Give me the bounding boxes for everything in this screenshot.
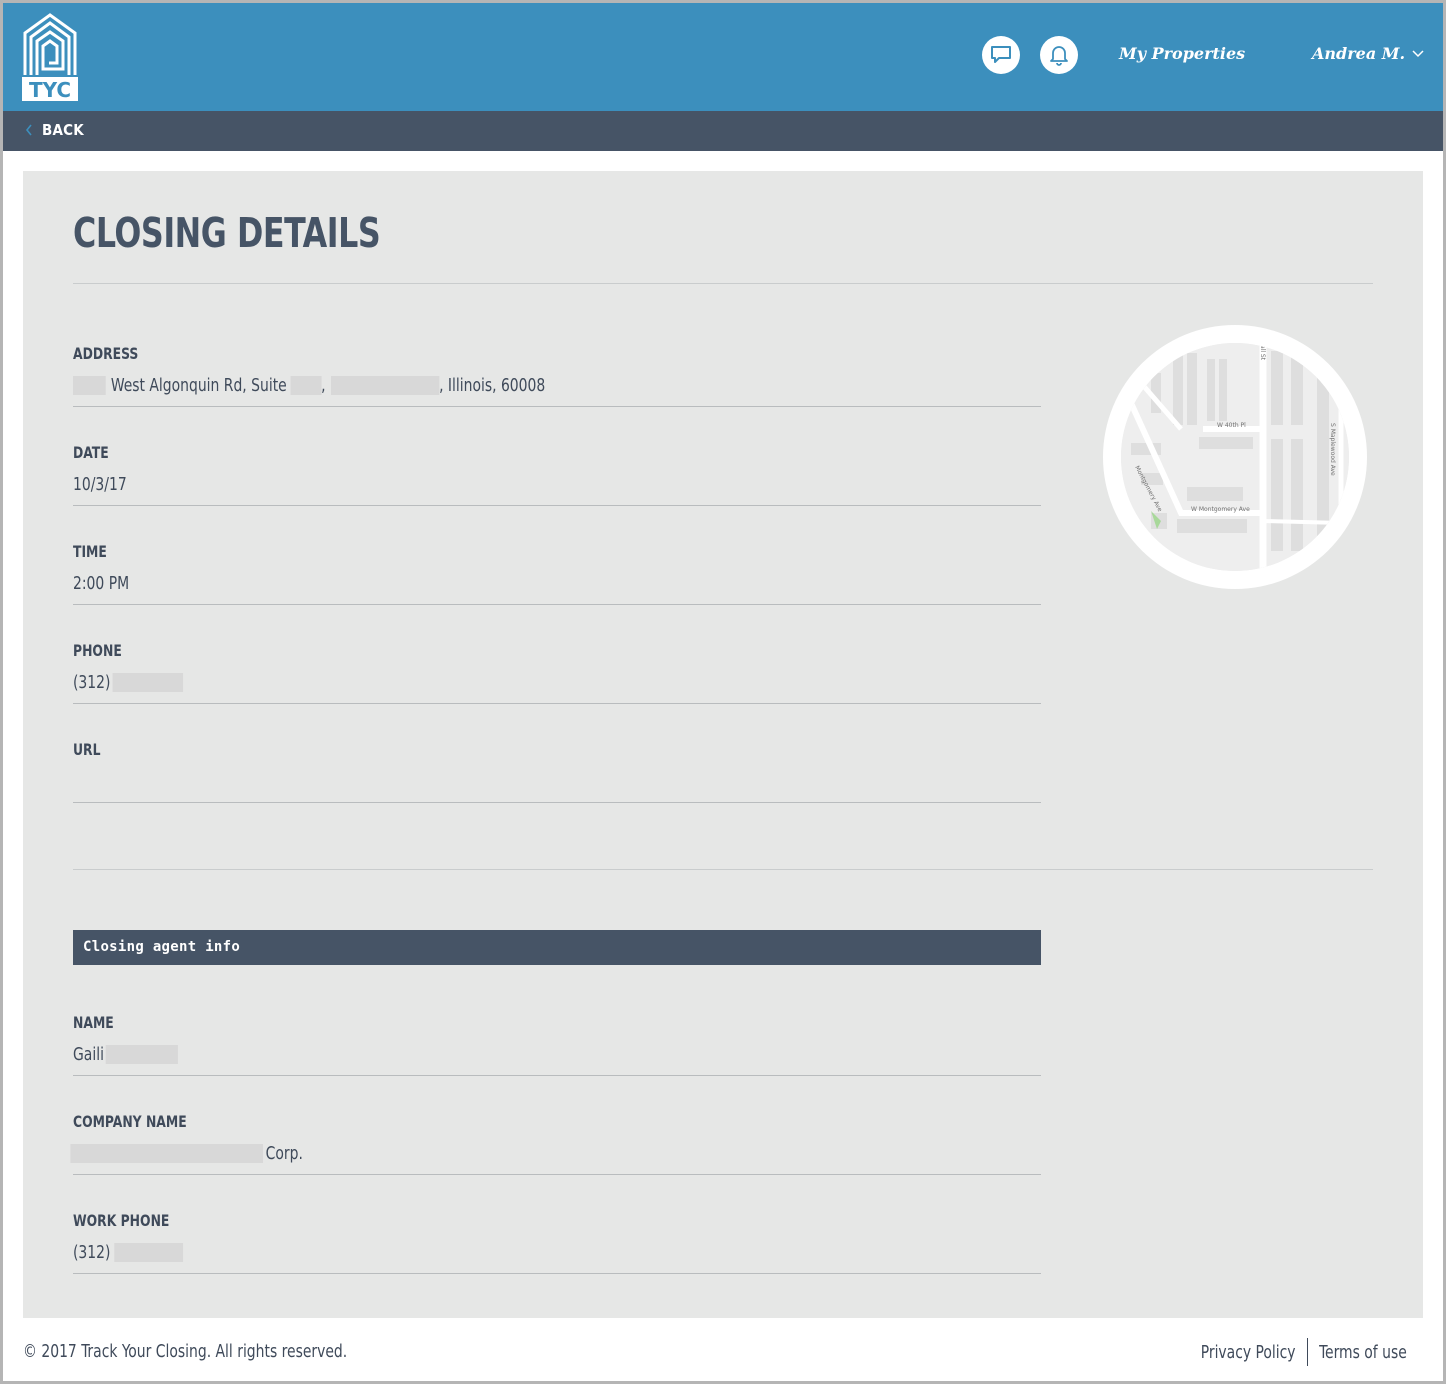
date-label: DATE: [73, 443, 109, 462]
url-field: URL: [73, 704, 1041, 803]
redacted-block: [105, 1045, 178, 1064]
svg-text:S Maplewood Ave: S Maplewood Ave: [1329, 423, 1336, 476]
location-map[interactable]: W 40th Pl W Montgomery Ave S Maplewood A…: [1103, 325, 1367, 589]
address-comma: ,: [321, 375, 326, 396]
address-state-zip: , Illinois, 60008: [439, 375, 546, 396]
redacted-block: [330, 376, 440, 395]
user-menu[interactable]: Andrea M.: [1312, 44, 1405, 63]
company-label: COMPANY NAME: [73, 1112, 187, 1131]
phone-area-code: (312): [73, 672, 111, 693]
page-title: CLOSING DETAILS: [73, 209, 381, 257]
phone-field: PHONE (312): [73, 605, 1041, 704]
my-properties-link[interactable]: My Properties: [1119, 44, 1245, 63]
address-value: West Algonquin Rd, Suite , , Illinois, 6…: [73, 375, 545, 396]
redacted-block: [73, 376, 106, 395]
redacted-block: [112, 673, 183, 692]
divider: [73, 283, 1373, 284]
back-button[interactable]: BACK: [25, 121, 84, 139]
address-field: ADDRESS West Algonquin Rd, Suite , , Ill…: [73, 308, 1041, 407]
copyright-text: © 2017 Track Your Closing. All rights re…: [23, 1341, 348, 1362]
svg-text:W Montgomery Ave: W Montgomery Ave: [1191, 506, 1250, 513]
agent-name-value: Gaili: [73, 1044, 178, 1065]
map-view[interactable]: W 40th Pl W Montgomery Ave S Maplewood A…: [1121, 343, 1349, 571]
company-suffix: Corp.: [265, 1143, 303, 1164]
redacted-block: [113, 1243, 183, 1262]
section-title: Closing agent info: [83, 939, 241, 955]
notifications-button[interactable]: [1040, 36, 1078, 74]
chevron-left-icon: [25, 124, 32, 136]
agent-name-field: NAME Gaili: [73, 977, 1041, 1076]
work-phone-value: (312): [73, 1242, 183, 1263]
closing-agent-header: Closing agent info: [73, 930, 1041, 965]
svg-text:all St: all St: [1259, 345, 1266, 361]
top-header: TYC My Properties Andrea M.: [3, 3, 1443, 111]
back-label: BACK: [42, 121, 84, 139]
terms-of-use-link[interactable]: Terms of use: [1319, 1342, 1407, 1363]
closing-details-panel: CLOSING DETAILS ADDRESS West Algonquin R…: [23, 171, 1423, 1318]
redacted-block: [70, 1144, 264, 1163]
footer-links: Privacy Policy Terms of use: [1193, 1338, 1414, 1366]
work-phone-area-code: (312): [73, 1242, 111, 1263]
company-value: Corp.: [70, 1143, 303, 1164]
work-phone-field: WORK PHONE (312): [73, 1175, 1041, 1274]
footer-separator: [1307, 1338, 1309, 1366]
date-value: 10/3/17: [73, 474, 127, 495]
time-label: TIME: [73, 542, 107, 561]
svg-text:W 40th Pl: W 40th Pl: [1217, 422, 1246, 429]
divider: [73, 869, 1373, 870]
chevron-down-icon[interactable]: [1411, 49, 1425, 59]
chat-icon: [991, 46, 1011, 63]
privacy-policy-link[interactable]: Privacy Policy: [1201, 1342, 1296, 1363]
agent-first-name: Gaili: [73, 1044, 104, 1065]
tyc-logo[interactable]: TYC: [22, 13, 78, 102]
date-field: DATE 10/3/17: [73, 407, 1041, 506]
svg-text:TYC: TYC: [29, 78, 71, 101]
redacted-block: [290, 376, 322, 395]
bell-icon: [1050, 46, 1068, 66]
time-value: 2:00 PM: [73, 573, 130, 594]
url-label: URL: [73, 740, 101, 759]
time-field: TIME 2:00 PM: [73, 506, 1041, 605]
phone-label: PHONE: [73, 641, 122, 660]
address-street: West Algonquin Rd, Suite: [110, 375, 287, 396]
work-phone-label: WORK PHONE: [73, 1211, 170, 1230]
back-bar: BACK: [3, 111, 1443, 151]
messages-button[interactable]: [982, 36, 1020, 74]
agent-name-label: NAME: [73, 1013, 114, 1032]
phone-value: (312): [73, 672, 183, 693]
company-field: COMPANY NAME Corp.: [70, 1076, 1041, 1175]
address-label: ADDRESS: [73, 344, 139, 363]
